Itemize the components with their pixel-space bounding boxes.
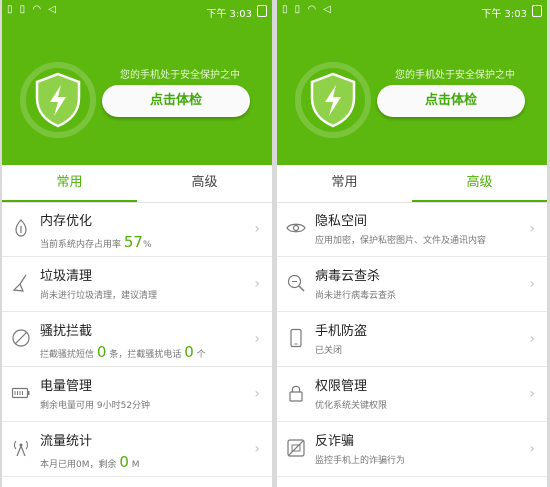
phone-icon (290, 328, 302, 348)
list-item-traffic[interactable]: 流量统计 本月已用0M，剩余 0 M › (2, 422, 272, 477)
header-banner: ▯ ▯ ◠ ◁ 下午 3:03 您的手机处于安全保护之中 点击体检 (2, 0, 272, 165)
list-item-power[interactable]: 电量管理 剩余电量可用 9小时52分钟 › (2, 367, 272, 422)
chevron-right-icon: › (254, 276, 260, 292)
list-item-memory[interactable]: 内存优化 当前系统内存占用率 57% › (2, 202, 272, 257)
tab-bar: 常用 高级 (2, 165, 272, 203)
item-subtitle: 本月已用0M，剩余 0 M (40, 453, 140, 471)
broom-icon (12, 274, 27, 292)
tab-common-label: 常用 (56, 175, 83, 190)
eye-icon (286, 223, 306, 233)
status-bar: ▯ ▯ ◠ ◁ 下午 3:03 (2, 0, 272, 22)
item-title: 隐私空间 (315, 214, 368, 229)
protection-tip: 您的手机处于安全保护之中 (395, 70, 515, 81)
item-title: 权限管理 (315, 379, 368, 394)
chevron-right-icon: › (529, 441, 535, 457)
list-item-virus-scan[interactable]: 病毒云查杀 尚未进行病毒云查杀 › (277, 257, 547, 312)
item-subtitle: 尚未进行垃圾清理，建议清理 (40, 291, 158, 301)
tab-common[interactable]: 常用 (2, 165, 137, 202)
chevron-right-icon: › (529, 386, 535, 402)
status-icons: ▯ ▯ ◠ ◁ (7, 4, 58, 15)
item-title: 流量统计 (40, 434, 93, 449)
item-subtitle: 剩余电量可用 9小时52分钟 (40, 401, 151, 411)
list-item-harass-block[interactable]: 骚扰拦截 拦截骚扰短信 0 条，拦截骚扰电话 0 个 › (2, 312, 272, 367)
status-time: 下午 3:03 (206, 9, 252, 20)
chevron-right-icon: › (254, 331, 260, 347)
list-item-anti-fraud[interactable]: 反诈骗 监控手机上的诈骗行为 › (277, 422, 547, 477)
battery-icon (11, 387, 30, 399)
tab-advanced-label: 高级 (191, 175, 218, 190)
item-subtitle: 当前系统内存占用率 57% (40, 233, 152, 251)
feature-list: 隐私空间 应用加密，保护私密图片、文件及通讯内容 › 病毒云查杀 尚未进行病毒云… (277, 202, 547, 477)
shield-icon (35, 72, 81, 128)
feature-list: 内存优化 当前系统内存占用率 57% › 垃圾清理 尚未进行垃圾清理，建议清理 … (2, 202, 272, 477)
item-title: 骚扰拦截 (40, 324, 93, 339)
list-item-privacy[interactable]: 隐私空间 应用加密，保护私密图片、文件及通讯内容 › (277, 202, 547, 257)
status-time: 下午 3:03 (481, 9, 527, 20)
tab-advanced[interactable]: 高级 (137, 165, 272, 201)
item-subtitle: 尚未进行病毒云查杀 (315, 291, 397, 301)
list-item-anti-theft[interactable]: 手机防盗 已关闭 › (277, 312, 547, 367)
item-subtitle: 拦截骚扰短信 0 条，拦截骚扰电话 0 个 (40, 343, 206, 361)
list-item-permission[interactable]: 权限管理 优化系统关键权限 › (277, 367, 547, 422)
lock-icon (289, 385, 303, 402)
chevron-right-icon: › (254, 221, 260, 237)
phone-screen-advanced: ▯ ▯ ◠ ◁ 下午 3:03 您的手机处于安全保护之中 点击体检 常用 高级 … (277, 0, 547, 487)
shield-icon (310, 72, 356, 128)
item-title: 垃圾清理 (40, 269, 93, 284)
item-title: 反诈骗 (315, 434, 355, 449)
chevron-right-icon: › (529, 221, 535, 237)
list-item-junk-clean[interactable]: 垃圾清理 尚未进行垃圾清理，建议清理 › (2, 257, 272, 312)
chevron-right-icon: › (529, 331, 535, 347)
status-icons: ▯ ▯ ◠ ◁ (282, 4, 333, 15)
phone-screen-common: ▯ ▯ ◠ ◁ 下午 3:03 您的手机处于安全保护之中 点击体检 常用 高级 … (2, 0, 272, 487)
chevron-right-icon: › (529, 276, 535, 292)
item-title: 电量管理 (40, 379, 93, 394)
battery-status-icon (532, 5, 542, 17)
virus-scan-icon (287, 274, 305, 292)
check-button[interactable]: 点击体检 (102, 85, 250, 117)
tab-bar: 常用 高级 (277, 165, 547, 203)
header-banner: ▯ ▯ ◠ ◁ 下午 3:03 您的手机处于安全保护之中 点击体检 (277, 0, 547, 165)
memory-icon (15, 219, 27, 237)
tab-advanced-label: 高级 (466, 175, 493, 190)
chevron-right-icon: › (254, 386, 260, 402)
item-title: 病毒云查杀 (315, 269, 381, 284)
tab-common[interactable]: 常用 (277, 165, 412, 201)
item-subtitle: 监控手机上的诈骗行为 (315, 456, 406, 466)
anti-fraud-icon (287, 439, 305, 457)
item-subtitle: 应用加密，保护私密图片、文件及通讯内容 (315, 236, 487, 246)
item-title: 内存优化 (40, 214, 93, 229)
item-title: 手机防盗 (315, 324, 368, 339)
tab-common-label: 常用 (331, 175, 358, 190)
chevron-right-icon: › (254, 441, 260, 457)
tab-advanced[interactable]: 高级 (412, 165, 547, 202)
block-icon (12, 329, 30, 347)
battery-status-icon (257, 5, 267, 17)
check-button[interactable]: 点击体检 (377, 85, 525, 117)
antenna-icon (14, 440, 28, 457)
status-bar: ▯ ▯ ◠ ◁ 下午 3:03 (277, 0, 547, 22)
protection-tip: 您的手机处于安全保护之中 (120, 70, 240, 81)
item-subtitle: 已关闭 (315, 346, 343, 356)
item-subtitle: 优化系统关键权限 (315, 401, 388, 411)
